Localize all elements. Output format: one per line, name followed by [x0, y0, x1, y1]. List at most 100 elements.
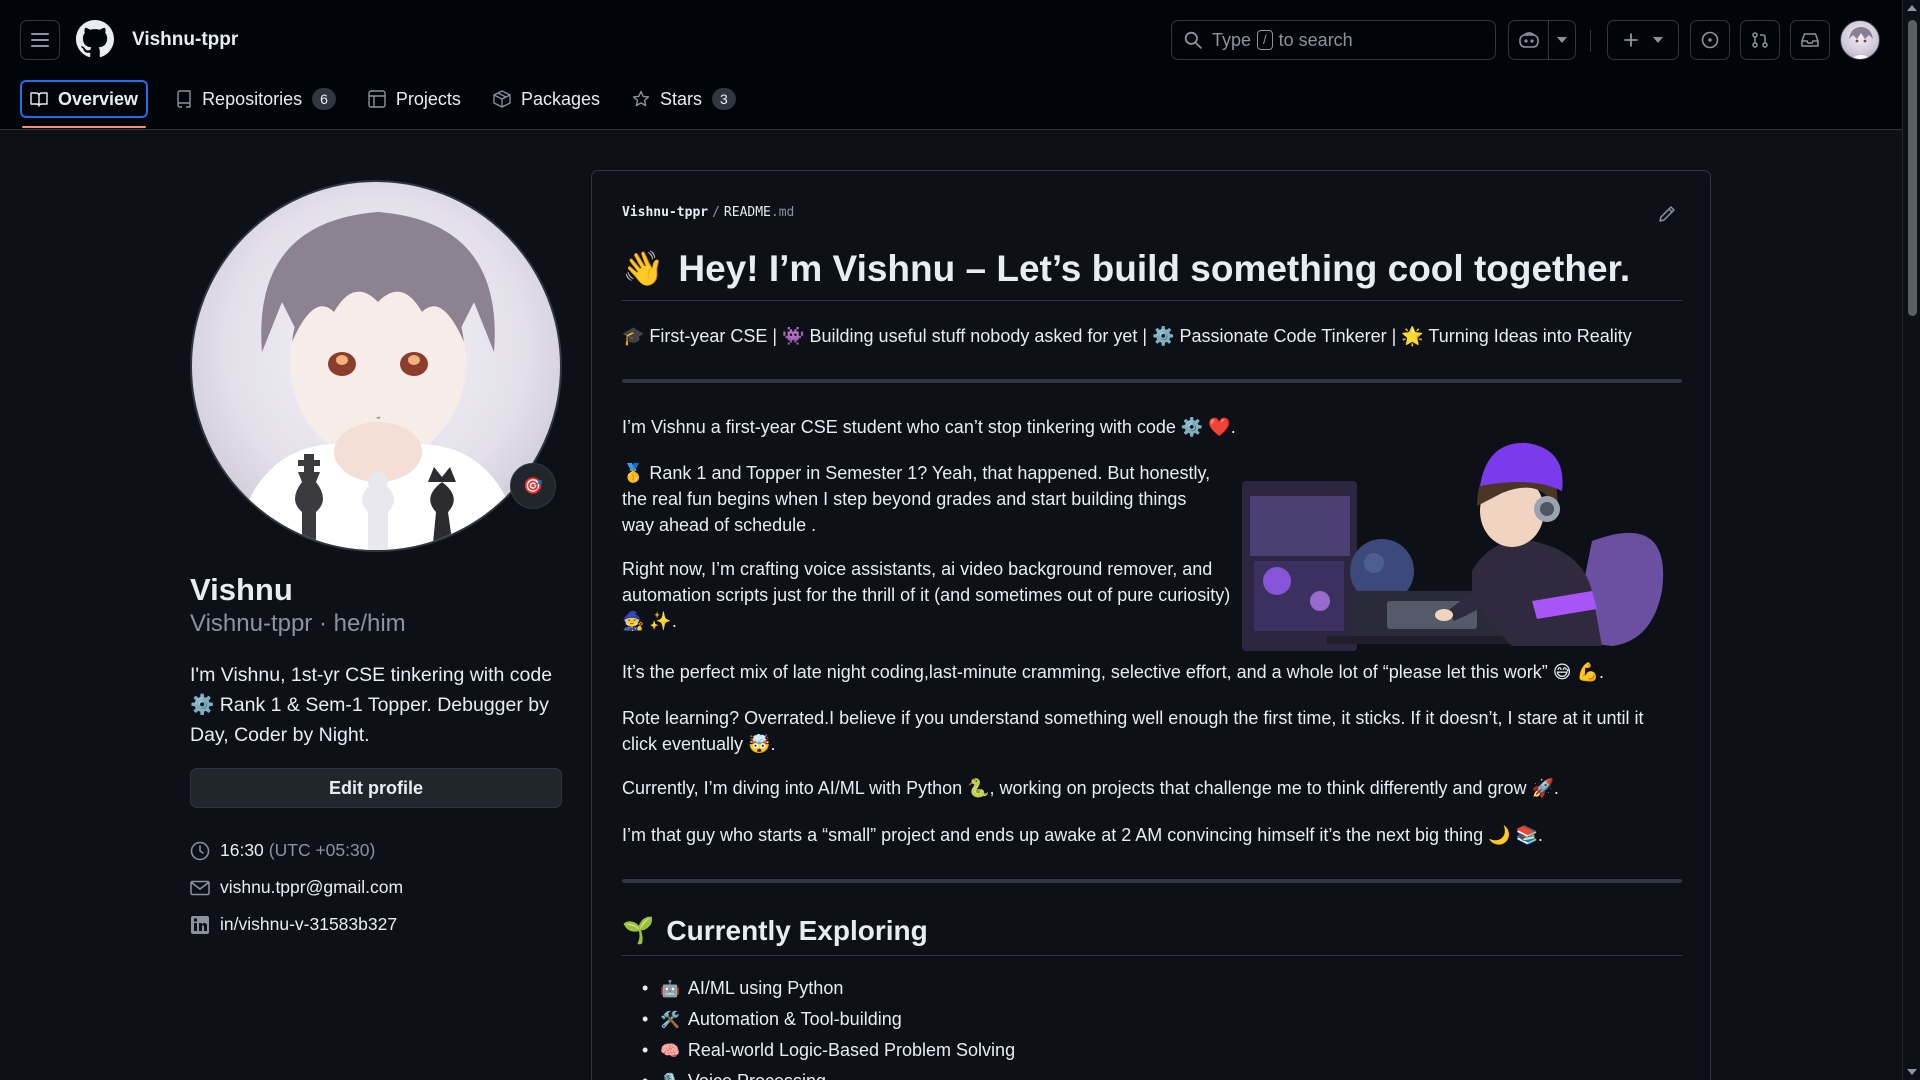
linkedin-row: in/vishnu-v-31583b327 — [190, 906, 403, 943]
profile-bio: I'm Vishnu, 1st-yr CSE tinkering with co… — [190, 664, 553, 746]
header-username[interactable]: Vishnu-tppr — [132, 29, 238, 51]
list-item-text: Automation & Tool-building — [687, 1009, 902, 1029]
local-time-value: 16:30 — [220, 840, 264, 860]
readme-repo-link[interactable]: Vishnu-tppr — [622, 205, 708, 220]
page-scrollbar[interactable] — [1902, 0, 1920, 1080]
mail-icon — [190, 880, 210, 895]
user-avatar[interactable] — [1840, 20, 1880, 60]
tab-repositories[interactable]: Repositories 6 — [168, 80, 344, 118]
tab-overview[interactable]: Overview — [20, 80, 149, 128]
list-item: 🧠 Real-world Logic-Based Problem Solving — [642, 1035, 1015, 1066]
profile-display-name: Vishnu — [190, 572, 293, 607]
search-placeholder-pre: Type — [1212, 29, 1252, 50]
email-row: vishnu.tppr@gmail.com — [190, 869, 403, 906]
profile-details: 16:30 (UTC +05:30) vishnu.tppr@gmail.com… — [190, 832, 403, 943]
linkedin-link[interactable]: in/vishnu-v-31583b327 — [220, 914, 397, 935]
tab-label: Overview — [58, 88, 139, 109]
readme-paragraph: Rote learning? Overrated.I believe if yo… — [622, 708, 1644, 754]
readme-paragraph: 🥇 Rank 1 and Topper in Semester 1? Yeah,… — [622, 463, 1211, 535]
tab-label: Stars — [660, 88, 703, 109]
star-icon — [632, 90, 650, 107]
github-logo-icon[interactable] — [76, 20, 114, 58]
status-button[interactable]: 🎯 — [510, 463, 556, 509]
copilot-button[interactable] — [1508, 20, 1576, 60]
scroll-up-arrow[interactable] — [1907, 5, 1917, 11]
chevron-down-icon — [1556, 37, 1567, 43]
inbox-icon — [1801, 33, 1819, 47]
issues-button[interactable] — [1690, 20, 1730, 60]
chevron-down-icon — [1653, 37, 1663, 43]
copilot-icon — [1518, 32, 1539, 48]
readme-card: Vishnu-tppr / README.md 👋 Hey! I’m Vishnu … — [591, 170, 1711, 1080]
status-emoji: 🎯 — [523, 478, 543, 495]
tab-label: Packages — [520, 88, 600, 109]
readme-tagline: 🎓 First-year CSE | 👾 Building useful stu… — [622, 326, 1632, 346]
list-item-emoji: 🤖 — [660, 981, 680, 998]
list-item-text: Real-world Logic-Based Problem Solving — [687, 1040, 1016, 1060]
tab-projects[interactable]: Projects — [360, 80, 469, 118]
menu-icon — [31, 33, 49, 47]
repositories-count: 6 — [312, 88, 336, 110]
divider — [622, 879, 1682, 883]
profile-tabs: Overview Repositories 6 Projects Package… — [20, 80, 752, 130]
readme-path: Vishnu-tppr / README.md — [622, 205, 795, 220]
repo-icon — [177, 90, 191, 108]
header-divider — [1590, 30, 1591, 52]
readme-heading: 👋 Hey! I’m Vishnu – Let’s build somethin… — [622, 237, 1682, 301]
email-link[interactable]: vishnu.tppr@gmail.com — [220, 877, 403, 898]
list-item-emoji: 🧠 — [660, 1043, 680, 1060]
readme-paragraph: I’m that guy who starts a “small” projec… — [622, 825, 1543, 845]
plus-icon — [1624, 33, 1638, 47]
clock-icon — [190, 841, 210, 860]
divider — [622, 379, 1682, 383]
scroll-thumb[interactable] — [1908, 20, 1917, 316]
readme-file-link[interactable]: README — [724, 205, 771, 220]
coding-illustration — [1242, 442, 1664, 651]
list-item: 🤖 AI/ML using Python — [642, 973, 1015, 1004]
tab-packages[interactable]: Packages — [485, 80, 608, 118]
tab-label: Repositories — [202, 88, 303, 109]
pencil-icon[interactable] — [1657, 204, 1677, 224]
local-time: 16:30 (UTC +05:30) — [190, 832, 403, 869]
stars-count: 3 — [712, 88, 736, 110]
list-item-text: AI/ML using Python — [687, 978, 844, 998]
list-item-emoji: 🛠️ — [660, 1012, 680, 1029]
book-icon — [30, 92, 48, 107]
search-icon — [1184, 31, 1202, 49]
profile-login-pronouns: Vishnu-tppr · he/him — [190, 610, 406, 637]
search-placeholder-post: to search — [1278, 29, 1353, 50]
pull-requests-button[interactable] — [1740, 20, 1780, 60]
scroll-down-arrow[interactable] — [1907, 1069, 1917, 1075]
search-shortcut-key: / — [1257, 30, 1273, 50]
tab-label: Projects — [395, 88, 461, 109]
readme-paragraph: It’s the perfect mix of late night codin… — [622, 662, 1604, 682]
inbox-button[interactable] — [1790, 20, 1830, 60]
global-header: Vishnu-tppr Type / to search Overview Re… — [0, 0, 1902, 130]
profile-avatar[interactable] — [190, 180, 562, 552]
wave-emoji: 👋 — [622, 249, 665, 288]
package-icon — [493, 90, 511, 108]
issues-icon — [1701, 31, 1719, 49]
exploring-list: 🤖 AI/ML using Python 🛠️ Automation & Tool-… — [642, 973, 1015, 1080]
readme-title: Hey! I’m Vishnu – Let’s build something … — [678, 247, 1631, 289]
readme-paragraph: Currently, I’m diving into AI/ML with Py… — [622, 778, 1559, 798]
menu-button[interactable] — [20, 20, 60, 60]
search-input[interactable]: Type / to search — [1171, 20, 1496, 60]
readme-paragraph: Right now, I’m crafting voice assistants… — [622, 559, 1231, 631]
list-item-text: Voice Processing — [688, 1071, 826, 1080]
list-item: 🎙️ Voice Processing — [642, 1066, 1015, 1080]
section-title: Currently Exploring — [666, 914, 928, 946]
readme-paragraph: I’m Vishnu a first-year CSE student who … — [622, 417, 1236, 437]
list-item: 🛠️ Automation & Tool-building — [642, 1004, 1015, 1035]
readme-file-ext: .md — [770, 205, 795, 220]
tab-stars[interactable]: Stars 3 — [624, 80, 744, 118]
seedling-emoji: 🌱 — [622, 915, 655, 945]
list-item-emoji: 🎙️ — [660, 1074, 680, 1080]
table-icon — [368, 90, 386, 108]
pull-request-icon — [1752, 32, 1768, 48]
section-heading-exploring: 🌱 Currently Exploring — [622, 906, 1682, 956]
linkedin-icon — [191, 915, 209, 934]
edit-profile-button[interactable]: Edit profile — [190, 768, 562, 808]
timezone-value: (UTC +05:30) — [268, 840, 376, 860]
create-new-button[interactable] — [1607, 20, 1679, 60]
